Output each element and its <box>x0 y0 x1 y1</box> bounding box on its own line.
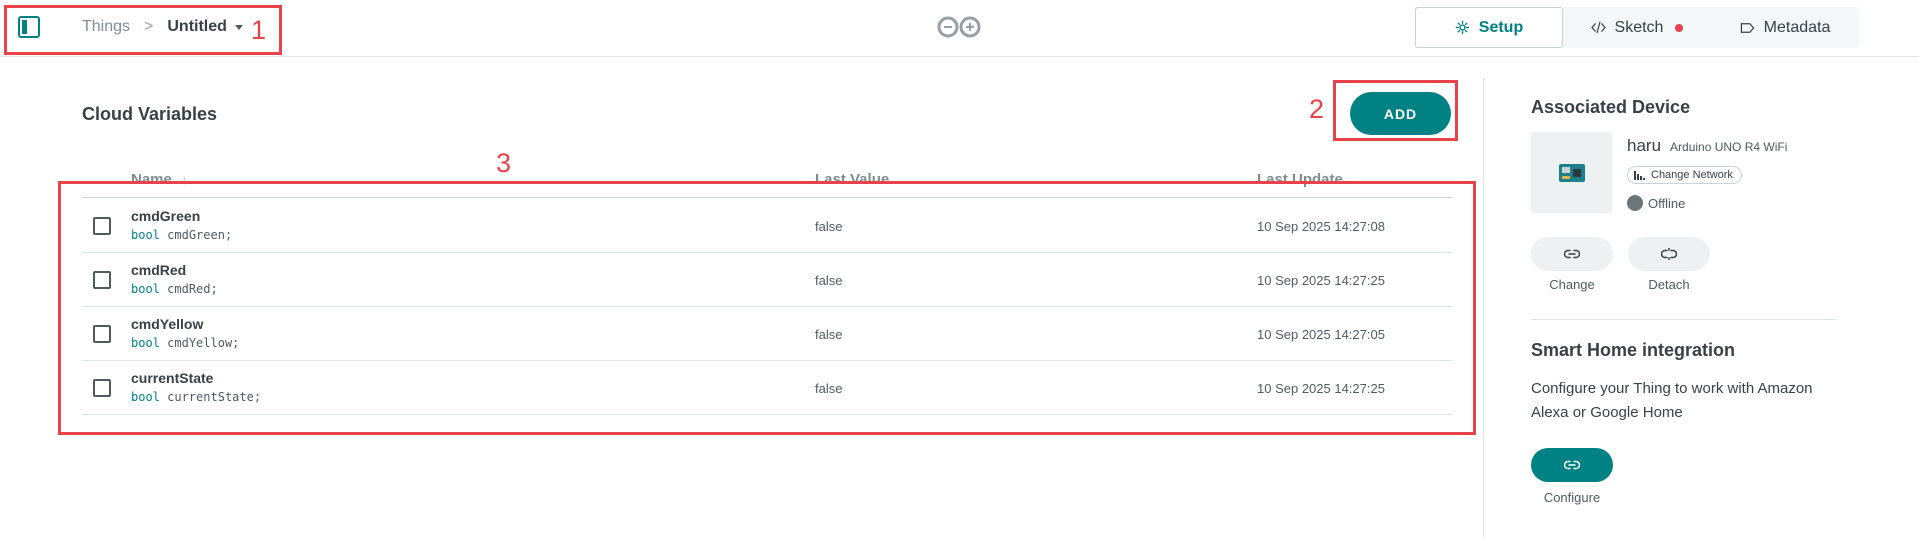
annotation-box-3 <box>58 181 1476 435</box>
top-bar: Things > Untitled Setup Sketch Metadata <box>0 0 1919 57</box>
add-variable-button[interactable]: ADD <box>1350 92 1451 135</box>
smart-home-description: Configure your Thing to work with Amazon… <box>1531 380 1813 421</box>
device-info: haru Arduino UNO R4 WiFi <box>1627 136 1787 156</box>
panel-divider <box>1483 78 1484 537</box>
tab-setup-label: Setup <box>1478 18 1524 36</box>
tag-icon <box>1740 22 1755 33</box>
change-network-label: Change Network <box>1651 169 1733 181</box>
detach-device-label: Detach <box>1648 277 1690 292</box>
code-icon <box>1590 21 1606 34</box>
tab-metadata-label: Metadata <box>1763 18 1831 36</box>
configure-label: Configure <box>1543 490 1601 505</box>
offline-status-dot <box>1627 195 1643 211</box>
link-icon <box>1564 249 1580 259</box>
tab-setup[interactable]: Setup <box>1415 7 1563 48</box>
unlink-icon <box>1661 248 1677 260</box>
cloud-variables-title: Cloud Variables <box>82 104 218 124</box>
device-status-label: Offline <box>1648 195 1686 211</box>
change-network-button[interactable]: Change Network <box>1627 166 1742 184</box>
change-device-button[interactable] <box>1531 237 1613 271</box>
device-status: Offline <box>1627 195 1685 211</box>
configure-smart-home-button[interactable] <box>1531 448 1613 482</box>
thing-tabs: Setup Sketch Metadata <box>1415 7 1859 48</box>
annotation-number-2: 2 <box>1309 94 1325 124</box>
change-device-label: Change <box>1549 277 1595 292</box>
annotation-box-1 <box>4 5 282 55</box>
smart-home-title: Smart Home integration <box>1531 340 1736 360</box>
associated-device-title: Associated Device <box>1531 97 1691 117</box>
gear-icon <box>1455 20 1470 35</box>
tab-sketch[interactable]: Sketch <box>1563 7 1711 48</box>
board-icon <box>1558 163 1585 182</box>
annotation-number-1: 1 <box>251 15 267 45</box>
device-name: haru <box>1627 136 1662 155</box>
tab-sketch-label: Sketch <box>1614 18 1664 36</box>
device-model: Arduino UNO R4 WiFi <box>1670 140 1788 154</box>
device-board-image <box>1531 132 1612 213</box>
panel-separator <box>1531 319 1836 320</box>
detach-device-button[interactable] <box>1628 237 1710 271</box>
unsaved-changes-dot <box>1675 23 1684 32</box>
link-icon <box>1564 460 1580 470</box>
arduino-logo-icon <box>936 15 982 39</box>
signal-icon <box>1634 170 1645 180</box>
tab-metadata[interactable]: Metadata <box>1711 7 1859 48</box>
